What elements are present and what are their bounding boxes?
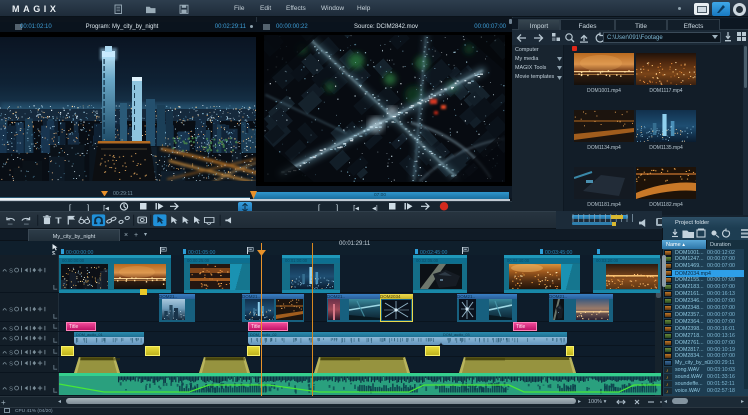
svg-text:S: S bbox=[9, 361, 13, 366]
svg-text:S: S bbox=[9, 350, 13, 355]
svg-text:S: S bbox=[9, 386, 13, 391]
svg-text:S: S bbox=[9, 336, 13, 341]
svg-text:S: S bbox=[9, 268, 13, 273]
svg-text:S: S bbox=[9, 326, 13, 331]
svg-text:T: T bbox=[55, 217, 62, 227]
svg-text:S: S bbox=[9, 307, 13, 312]
